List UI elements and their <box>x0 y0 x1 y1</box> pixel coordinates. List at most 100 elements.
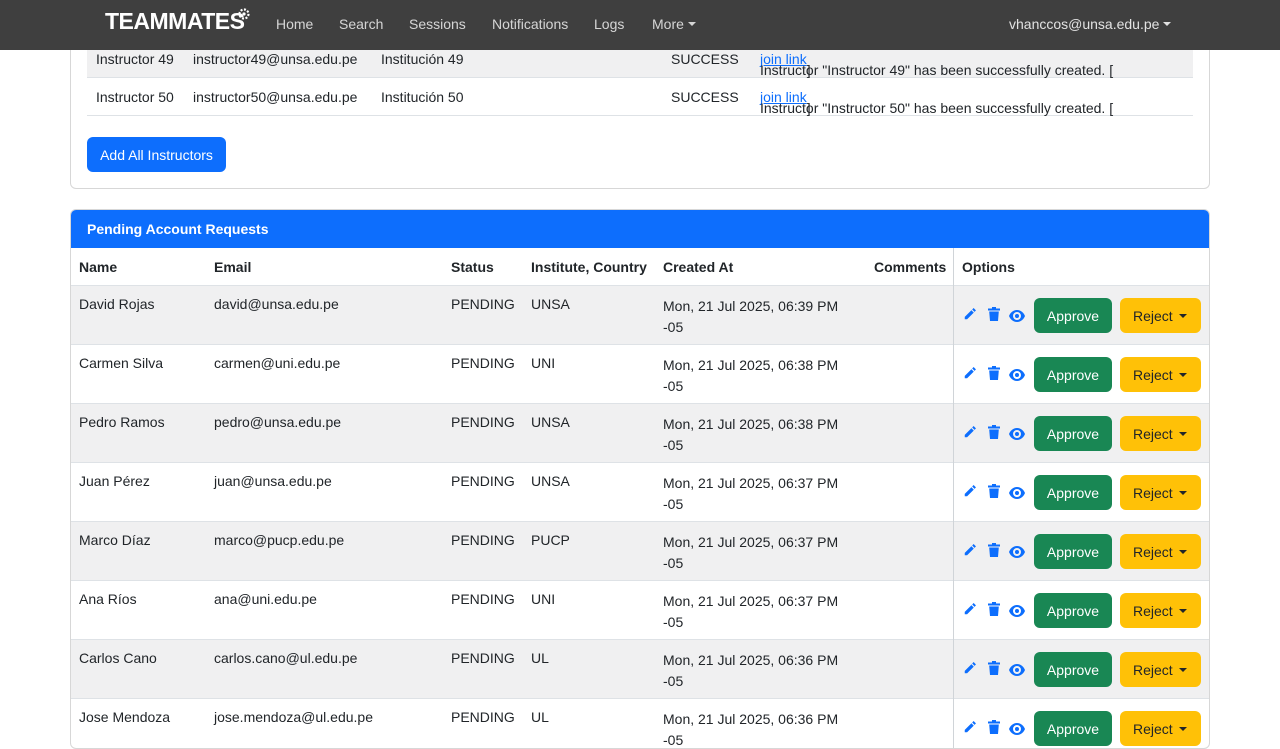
request-institute: UL <box>531 650 549 666</box>
nav-logs[interactable]: Logs <box>594 16 624 32</box>
request-status: PENDING <box>451 709 515 725</box>
nav-more-dropdown[interactable]: More <box>652 16 696 32</box>
request-status: PENDING <box>451 650 515 666</box>
request-name: Carlos Cano <box>79 650 157 666</box>
reject-dropdown-button[interactable]: Reject <box>1120 711 1201 746</box>
request-created-at: Mon, 21 Jul 2025, 06:36 PM -05 <box>663 711 839 748</box>
reject-dropdown-button[interactable]: Reject <box>1120 298 1201 333</box>
trash-icon[interactable] <box>988 720 1000 737</box>
column-header-status[interactable]: Status <box>451 259 494 275</box>
chevron-down-icon <box>1178 313 1187 318</box>
eye-icon[interactable] <box>1009 427 1025 443</box>
column-header-comments: Comments <box>874 259 947 275</box>
reject-label: Reject <box>1133 661 1173 678</box>
pencil-icon[interactable] <box>963 602 977 619</box>
approve-button[interactable]: Approve <box>1034 593 1112 628</box>
instructor-result-row: Instructor 50 instructor50@unsa.edu.pe I… <box>87 78 1193 116</box>
request-created-at: Mon, 21 Jul 2025, 06:37 PM -05 <box>663 475 839 512</box>
add-all-instructors-button[interactable]: Add All Instructors <box>87 137 226 172</box>
nav-sessions[interactable]: Sessions <box>409 16 466 32</box>
approve-button[interactable]: Approve <box>1034 711 1112 746</box>
trash-icon[interactable] <box>988 425 1000 442</box>
reject-dropdown-button[interactable]: Reject <box>1120 534 1201 569</box>
nav-search[interactable]: Search <box>339 16 383 32</box>
trash-icon[interactable] <box>988 307 1000 324</box>
pencil-icon[interactable] <box>963 484 977 501</box>
request-status: PENDING <box>451 296 515 312</box>
eye-icon[interactable] <box>1009 545 1025 561</box>
instructor-message-text: Instructor "Instructor 49" has been succ… <box>760 62 1114 78</box>
column-header-email[interactable]: Email <box>214 259 251 275</box>
settings-gear-icon <box>238 8 250 20</box>
chevron-down-icon <box>1178 726 1187 731</box>
column-header-name[interactable]: Name <box>79 259 117 275</box>
card-title: Pending Account Requests <box>87 221 269 237</box>
instructor-message-end: ] <box>806 100 811 116</box>
approve-button[interactable]: Approve <box>1034 357 1112 392</box>
chevron-down-icon <box>1163 22 1172 26</box>
eye-icon[interactable] <box>1009 309 1025 325</box>
nav-more-label: More <box>652 16 684 32</box>
pencil-icon[interactable] <box>963 661 977 678</box>
trash-icon[interactable] <box>988 543 1000 560</box>
request-name: David Rojas <box>79 296 155 312</box>
request-email: pedro@unsa.edu.pe <box>214 414 342 430</box>
pencil-icon[interactable] <box>963 425 977 442</box>
reject-dropdown-button[interactable]: Reject <box>1120 593 1201 628</box>
trash-icon[interactable] <box>988 602 1000 619</box>
pencil-icon[interactable] <box>963 366 977 383</box>
instructor-status: SUCCESS <box>671 89 739 105</box>
instructor-institution: Institución 49 <box>381 51 464 67</box>
user-menu-dropdown[interactable]: vhanccos@unsa.edu.pe <box>1009 16 1172 32</box>
approve-button[interactable]: Approve <box>1034 475 1112 510</box>
chevron-down-icon <box>1178 667 1187 672</box>
pencil-icon[interactable] <box>963 307 977 324</box>
reject-label: Reject <box>1133 307 1173 324</box>
approve-button[interactable]: Approve <box>1034 652 1112 687</box>
reject-dropdown-button[interactable]: Reject <box>1120 416 1201 451</box>
column-header-institute[interactable]: Institute, Country <box>531 259 647 275</box>
brand-logo[interactable]: TEAMMATES <box>105 8 245 35</box>
request-status: PENDING <box>451 591 515 607</box>
pending-account-requests-card: Pending Account Requests Name Email Stat… <box>70 209 1210 749</box>
reject-label: Reject <box>1133 366 1173 383</box>
trash-icon[interactable] <box>988 661 1000 678</box>
request-name: Pedro Ramos <box>79 414 165 430</box>
chevron-down-icon <box>1178 549 1187 554</box>
nav-notifications[interactable]: Notifications <box>492 16 568 32</box>
eye-icon[interactable] <box>1009 663 1025 679</box>
request-name: Jose Mendoza <box>79 709 171 725</box>
request-created-at: Mon, 21 Jul 2025, 06:39 PM -05 <box>663 298 839 335</box>
request-institute: PUCP <box>531 532 570 548</box>
request-created-at: Mon, 21 Jul 2025, 06:36 PM -05 <box>663 652 839 689</box>
request-institute: UL <box>531 709 549 725</box>
pencil-icon[interactable] <box>963 720 977 737</box>
approve-button[interactable]: Approve <box>1034 298 1112 333</box>
request-created-at: Mon, 21 Jul 2025, 06:37 PM -05 <box>663 593 839 630</box>
eye-icon[interactable] <box>1009 486 1025 502</box>
pencil-icon[interactable] <box>963 543 977 560</box>
card-header: Pending Account Requests <box>71 210 1209 248</box>
request-name: Carmen Silva <box>79 355 164 371</box>
request-created-at: Mon, 21 Jul 2025, 06:37 PM -05 <box>663 534 839 571</box>
request-name: Marco Díaz <box>79 532 151 548</box>
instructor-name: Instructor 49 <box>96 51 174 67</box>
table-header: Name Email Status Institute, Country Cre… <box>71 248 1209 286</box>
nav-home[interactable]: Home <box>276 16 313 32</box>
eye-icon[interactable] <box>1009 722 1025 738</box>
request-email: ana@uni.edu.pe <box>214 591 317 607</box>
trash-icon[interactable] <box>988 366 1000 383</box>
eye-icon[interactable] <box>1009 368 1025 384</box>
reject-dropdown-button[interactable]: Reject <box>1120 652 1201 687</box>
reject-dropdown-button[interactable]: Reject <box>1120 475 1201 510</box>
approve-button[interactable]: Approve <box>1034 416 1112 451</box>
request-institute: UNSA <box>531 473 570 489</box>
trash-icon[interactable] <box>988 484 1000 501</box>
reject-label: Reject <box>1133 602 1173 619</box>
reject-dropdown-button[interactable]: Reject <box>1120 357 1201 392</box>
approve-button[interactable]: Approve <box>1034 534 1112 569</box>
chevron-down-icon <box>1178 372 1187 377</box>
table-row: Marco Díaz marco@pucp.edu.pe PENDING PUCP Mo… <box>71 522 1209 581</box>
eye-icon[interactable] <box>1009 604 1025 620</box>
column-header-created-at[interactable]: Created At <box>663 259 733 275</box>
